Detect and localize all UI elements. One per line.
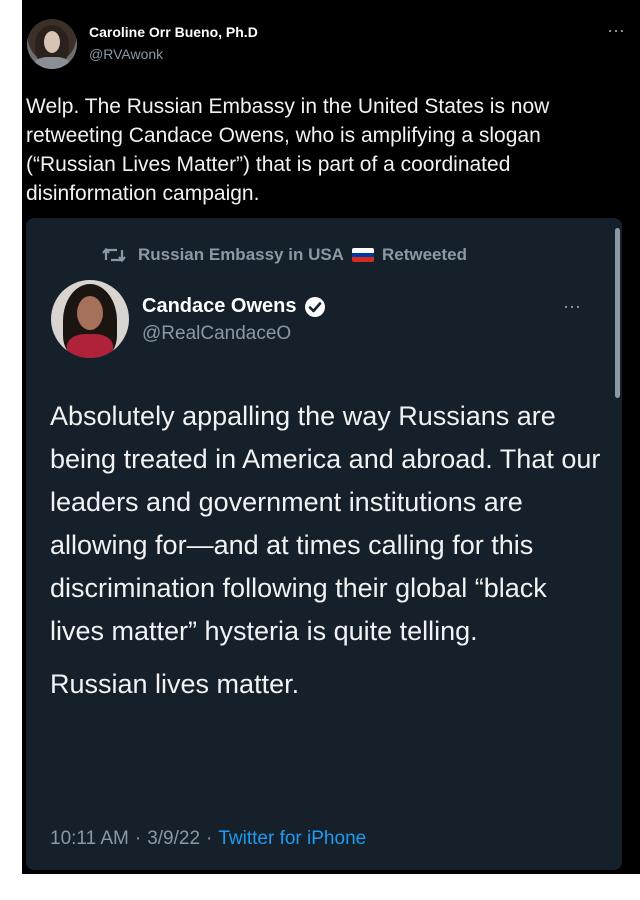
retweeted-label: Retweeted xyxy=(381,245,467,264)
more-horizontal-icon[interactable]: ⋯ xyxy=(607,22,626,40)
tweet-text: Welp. The Russian Embassy in the United … xyxy=(26,92,626,208)
author-avatar[interactable] xyxy=(27,19,77,69)
tweet-metadata: 10:11 AM · 3/9/22 · Twitter for iPhone xyxy=(50,828,366,850)
author-name[interactable]: Caroline Orr Bueno, Ph.D xyxy=(89,24,258,40)
embedded-author-handle[interactable]: @RealCandaceO xyxy=(142,323,291,345)
scrollbar-thumb[interactable] xyxy=(615,228,620,398)
outer-tweet: Caroline Orr Bueno, Ph.D @RVAwonk ⋯ Welp… xyxy=(22,0,640,874)
page: Caroline Orr Bueno, Ph.D @RVAwonk ⋯ Welp… xyxy=(0,0,640,900)
embedded-paragraph-2: Russian lives matter. xyxy=(50,669,300,699)
scrollbar[interactable] xyxy=(615,228,620,868)
avatar-shirt xyxy=(33,57,71,69)
retweeted-by-name[interactable]: Russian Embassy in USA xyxy=(138,245,344,265)
tweet-source-link[interactable]: Twitter for iPhone xyxy=(218,828,366,849)
avatar-face xyxy=(44,31,60,53)
embedded-tweet-screenshot: Russian Embassy in USA Retweeted Candace… xyxy=(26,218,622,870)
tweet-text-body: Welp. The Russian Embassy in the United … xyxy=(26,95,550,205)
tweet-date[interactable]: 3/9/22 xyxy=(147,828,200,849)
candace-avatar[interactable] xyxy=(51,280,129,358)
embedded-author-name-text: Candace Owens xyxy=(142,295,297,317)
russian-flag-icon xyxy=(351,248,374,262)
embedded-author-name[interactable]: Candace Owens xyxy=(142,295,326,318)
avatar-face xyxy=(77,296,103,330)
author-handle[interactable]: @RVAwonk xyxy=(89,46,163,62)
more-horizontal-icon[interactable]: ⋯ xyxy=(563,298,582,316)
embedded-paragraph-1: Absolutely appalling the way Russians ar… xyxy=(50,401,601,646)
retweet-context[interactable]: Russian Embassy in USA Retweeted xyxy=(102,245,467,265)
retweet-icon xyxy=(102,247,126,263)
avatar-shirt xyxy=(67,334,113,358)
verified-badge-icon xyxy=(304,296,325,317)
separator-dot: · xyxy=(206,828,213,849)
separator-dot: · xyxy=(134,828,142,849)
flag-stripe-red xyxy=(351,257,374,262)
tweet-time[interactable]: 10:11 AM xyxy=(50,828,129,849)
embedded-tweet-text: Absolutely appalling the way Russians ar… xyxy=(50,395,605,706)
